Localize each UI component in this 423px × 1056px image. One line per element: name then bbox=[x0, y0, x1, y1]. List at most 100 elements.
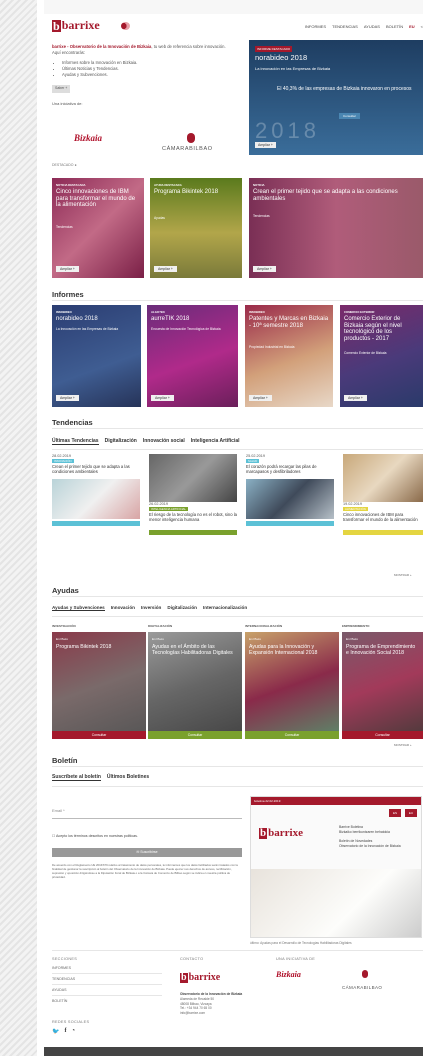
divider bbox=[52, 950, 423, 951]
aids-more-link[interactable]: MOSTRAR + bbox=[394, 743, 412, 747]
ampliar-button[interactable]: Ampliar + bbox=[56, 266, 79, 272]
card-tag: COMERCIO EXTERIOR bbox=[344, 310, 375, 314]
ampliar-button[interactable]: Ampliar + bbox=[253, 266, 276, 272]
footer-link[interactable]: AYUDAS bbox=[52, 988, 67, 992]
tab-innovacion[interactable]: Innovación bbox=[111, 605, 135, 611]
tab-inteligencia-artificial[interactable]: Inteligencia Artificial bbox=[191, 438, 240, 445]
consultar-button[interactable]: Consultar bbox=[148, 731, 242, 739]
email-field[interactable] bbox=[52, 818, 242, 819]
consultar-button[interactable]: Consultar bbox=[245, 731, 339, 739]
tab-digitalizacion[interactable]: Digitalización bbox=[167, 605, 197, 611]
news-read-bar[interactable] bbox=[343, 529, 423, 535]
section-title-informes: Informes bbox=[52, 290, 84, 299]
trend-item[interactable]: 25.02.2019 SALUD El corazón podrá recarg… bbox=[246, 454, 334, 526]
card-title: Cinco innovaciones de IBM para transform… bbox=[56, 189, 136, 209]
tab-suscribete[interactable]: Suscríbete al boletín bbox=[52, 774, 101, 781]
aid-card[interactable]: EMPRENDIMIENTO En Plazo Programa de Empr… bbox=[342, 624, 423, 739]
trends-more-link[interactable]: MOSTRAR + bbox=[394, 573, 412, 577]
brand-name: barrixe bbox=[61, 18, 100, 32]
divider bbox=[52, 616, 423, 617]
news-date: 28.02.2019 bbox=[52, 454, 72, 458]
accept-terms-checkbox[interactable]: ☐ Acepto los términos descritos en nuest… bbox=[52, 834, 138, 838]
trend-item[interactable]: 28.02.2019 INNOVACIÓN Crean el primer te… bbox=[52, 454, 140, 526]
aid-status: En Plazo bbox=[152, 637, 165, 641]
brand-logo[interactable]: b barrixe bbox=[52, 18, 100, 33]
nav-tendencias[interactable]: TENDENCIAS bbox=[332, 24, 358, 29]
tab-inversion[interactable]: Inversión bbox=[141, 605, 161, 611]
news-badge: SALUD bbox=[246, 459, 260, 463]
aid-card[interactable]: INTERNACIONALIZACIÓN En Plazo Ayudas par… bbox=[245, 624, 339, 739]
preview-caption: último: Ayudas para el Desarrollo de Tec… bbox=[250, 941, 352, 945]
trend-item[interactable]: 19.02.2019 ALIMENTACIÓN Cinco innovacion… bbox=[343, 454, 423, 535]
footer-bizkaia-logo[interactable]: Bizkaia bbox=[276, 970, 301, 979]
report-card[interactable]: ALGO?EN aurreTIK 2018 Encuesta de Innova… bbox=[147, 305, 238, 407]
ampliar-button[interactable]: Ampliar + bbox=[249, 395, 272, 401]
trend-item[interactable]: 26.02.2019 INTELIGENCIA ARTIFICIAL El ri… bbox=[149, 454, 237, 535]
divider bbox=[52, 766, 423, 767]
section-title-boletin: Boletín bbox=[52, 756, 78, 765]
preview-eu-button[interactable]: EU bbox=[405, 809, 417, 817]
aid-card[interactable]: INVESTIGACIÓN En Plazo Programa Bikintek… bbox=[52, 624, 146, 739]
news-read-bar[interactable] bbox=[246, 520, 334, 526]
hero-consult-button[interactable]: Consultar bbox=[339, 113, 360, 119]
subscribe-button[interactable]: ✉ Suscribirse bbox=[52, 848, 242, 857]
preview-image bbox=[251, 869, 421, 937]
featured-card[interactable]: NOTICIA Crean el primer tejido que se ad… bbox=[249, 178, 423, 278]
facebook-icon[interactable]: f bbox=[64, 1028, 66, 1035]
aid-category: EMPRENDIMIENTO bbox=[342, 624, 370, 628]
tab-digitalizacion[interactable]: Digitalización bbox=[105, 438, 137, 445]
bizkaia-logo[interactable]: Bizkaia bbox=[74, 133, 102, 143]
preview-es-button[interactable]: ES bbox=[389, 809, 401, 817]
rss-icon[interactable]: ◔ bbox=[71, 1028, 75, 1035]
tab-innovacion-social[interactable]: Innovación social bbox=[143, 438, 185, 445]
featured-label: DESTACADO ● bbox=[52, 163, 77, 167]
tab-ultimos-boletines[interactable]: Últimos Boletines bbox=[107, 774, 149, 781]
hero-title: norabideo 2018 bbox=[255, 53, 308, 62]
footer-camara-logo[interactable]: CÁMARABILBAO bbox=[342, 985, 382, 990]
ampliar-button[interactable]: Ampliar + bbox=[56, 395, 79, 401]
divider bbox=[52, 995, 162, 996]
news-read-bar[interactable] bbox=[52, 520, 140, 526]
aid-title: Ayudas para la Innovación y Expansión In… bbox=[249, 644, 318, 656]
divider bbox=[52, 428, 423, 429]
tab-ultimas-tendencias[interactable]: Últimas Tendencias bbox=[52, 438, 99, 445]
intro-lead-text: , tu web de referencia sobre innovación. bbox=[151, 44, 226, 49]
card-title: Programa Bikintek 2018 bbox=[154, 189, 219, 195]
footer-brand-logo[interactable]: b barrixe bbox=[180, 972, 220, 983]
news-read-bar[interactable] bbox=[149, 529, 237, 535]
tab-internacionalizacion[interactable]: Internacionalización bbox=[203, 605, 247, 611]
featured-card[interactable]: NOTICIA DESTACADA Cinco innovaciones de … bbox=[52, 178, 144, 278]
aid-title: Ayudas en el Ámbito de las Tecnologías H… bbox=[152, 644, 233, 656]
contact-email[interactable]: info@barrixe.com bbox=[180, 1011, 242, 1016]
nav-informes[interactable]: INFORMES bbox=[305, 24, 326, 29]
footer-bottom-bar bbox=[44, 1047, 423, 1056]
tab-ayudas-subvenciones[interactable]: Ayudas y Subvenciones bbox=[52, 605, 105, 611]
nav-boletin[interactable]: BOLETÍN bbox=[386, 24, 403, 29]
ampliar-button[interactable]: Ampliar + bbox=[151, 395, 174, 401]
report-card[interactable]: COMERCIO EXTERIOR Comercio Exterior de B… bbox=[340, 305, 423, 407]
report-card[interactable]: INNOBIDEO norabideo 2018 La Innovación e… bbox=[52, 305, 141, 407]
aid-card[interactable]: DIGITALIZACIÓN En Plazo Ayudas en el Ámb… bbox=[148, 624, 242, 739]
newsletter-preview[interactable]: boletina 22.02.2019 ES EU b barrixe Barri… bbox=[250, 796, 422, 938]
footer-social-heading: REDES SOCIALES bbox=[52, 1020, 90, 1024]
footer-link[interactable]: INFORMES bbox=[52, 966, 71, 970]
consultar-button[interactable]: Consultar bbox=[342, 731, 423, 739]
camara-logo[interactable]: CÁMARABILBAO bbox=[162, 146, 213, 152]
ampliar-button[interactable]: Ampliar + bbox=[154, 266, 177, 272]
hero-banner: INFORME DESTACADO norabideo 2018 La inno… bbox=[249, 40, 423, 155]
report-card[interactable]: INNOBIDEO Patentes y Marcas en Bizkaia -… bbox=[245, 305, 333, 407]
card-tag: INNOBIDEO bbox=[249, 310, 265, 314]
consultar-button[interactable]: Consultar bbox=[52, 731, 146, 739]
saber-mas-button[interactable]: Saber + bbox=[52, 85, 71, 93]
aid-status: En Plazo bbox=[346, 637, 359, 641]
nav-ayudas[interactable]: AYUDAS bbox=[364, 24, 380, 29]
featured-card[interactable]: AYUDA DESTACADA Programa Bikintek 2018 A… bbox=[150, 178, 242, 278]
nav-lang-eu[interactable]: EU bbox=[409, 24, 415, 29]
ampliar-button[interactable]: Ampliar + bbox=[344, 395, 367, 401]
card-sub: Comercio Exterior de Bizkaia bbox=[344, 351, 387, 355]
footer-link[interactable]: TENDENCIAS bbox=[52, 977, 75, 981]
hero-ampliar-button[interactable]: Ampliar + bbox=[255, 142, 276, 148]
footer-link[interactable]: BOLETÍN bbox=[52, 999, 67, 1003]
twitter-icon[interactable]: 🐦 bbox=[52, 1028, 59, 1035]
aid-status: En Plazo bbox=[56, 637, 69, 641]
